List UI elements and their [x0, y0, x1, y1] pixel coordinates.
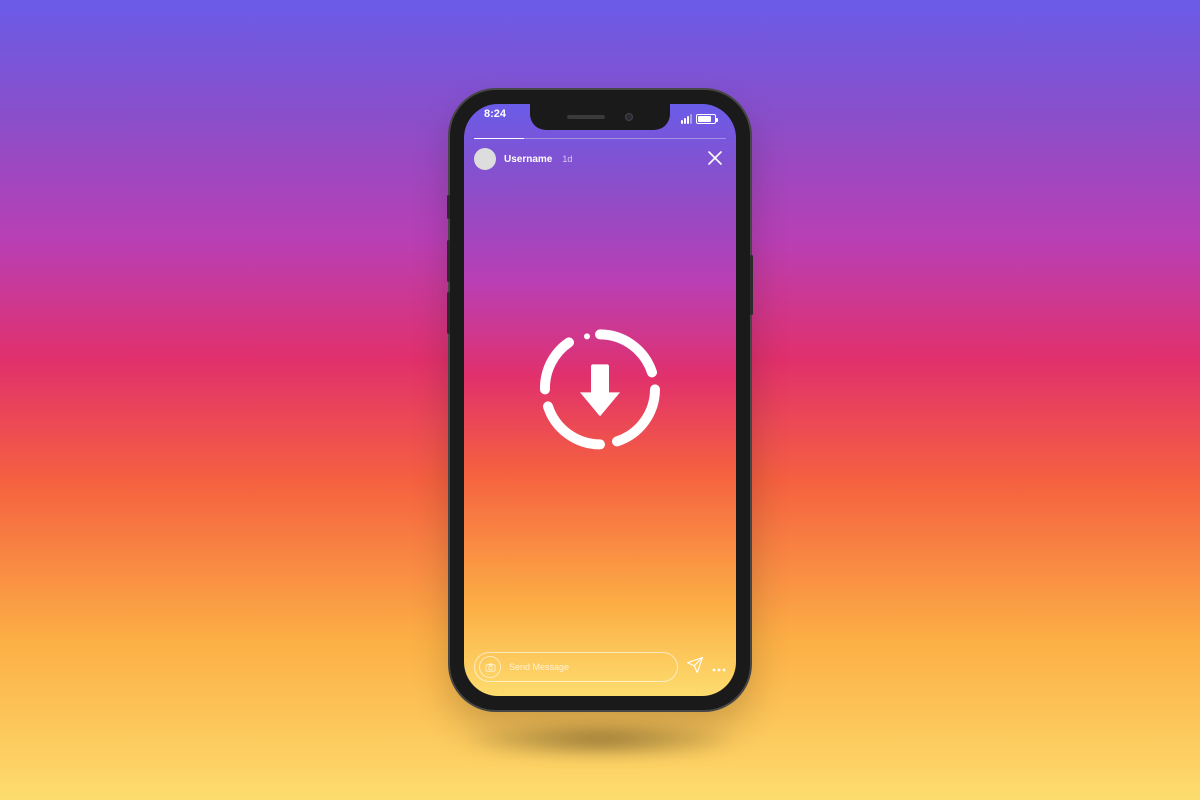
story-progress-bar[interactable]	[474, 138, 726, 139]
username-label[interactable]: Username	[504, 154, 552, 165]
mute-switch	[447, 195, 450, 219]
clock: 8:24	[484, 108, 506, 130]
phone-mockup: 8:24 Username 1d	[450, 90, 750, 710]
paper-plane-icon	[686, 656, 704, 674]
story-header: Username 1d	[474, 146, 726, 172]
notch	[530, 104, 670, 130]
share-button[interactable]	[686, 656, 704, 679]
more-icon	[712, 668, 726, 672]
phone-shadow	[460, 720, 740, 760]
phone-frame: 8:24 Username 1d	[450, 90, 750, 710]
camera-icon	[485, 662, 496, 673]
more-button[interactable]	[712, 659, 726, 675]
timestamp-label: 1d	[562, 154, 572, 164]
close-icon	[708, 151, 722, 165]
close-button[interactable]	[704, 146, 726, 172]
camera-button[interactable]	[479, 656, 501, 678]
download-story-icon	[535, 324, 665, 459]
signal-icon	[681, 114, 692, 124]
message-input[interactable]: Send Message	[474, 652, 678, 682]
battery-icon	[696, 114, 716, 124]
power-button	[750, 255, 753, 315]
phone-screen: 8:24 Username 1d	[464, 104, 736, 696]
volume-up-button	[447, 240, 450, 282]
story-footer: Send Message	[474, 652, 726, 682]
avatar[interactable]	[474, 148, 496, 170]
message-placeholder: Send Message	[509, 662, 569, 672]
front-camera	[625, 113, 633, 121]
volume-down-button	[447, 292, 450, 334]
speaker-grille	[567, 115, 605, 119]
